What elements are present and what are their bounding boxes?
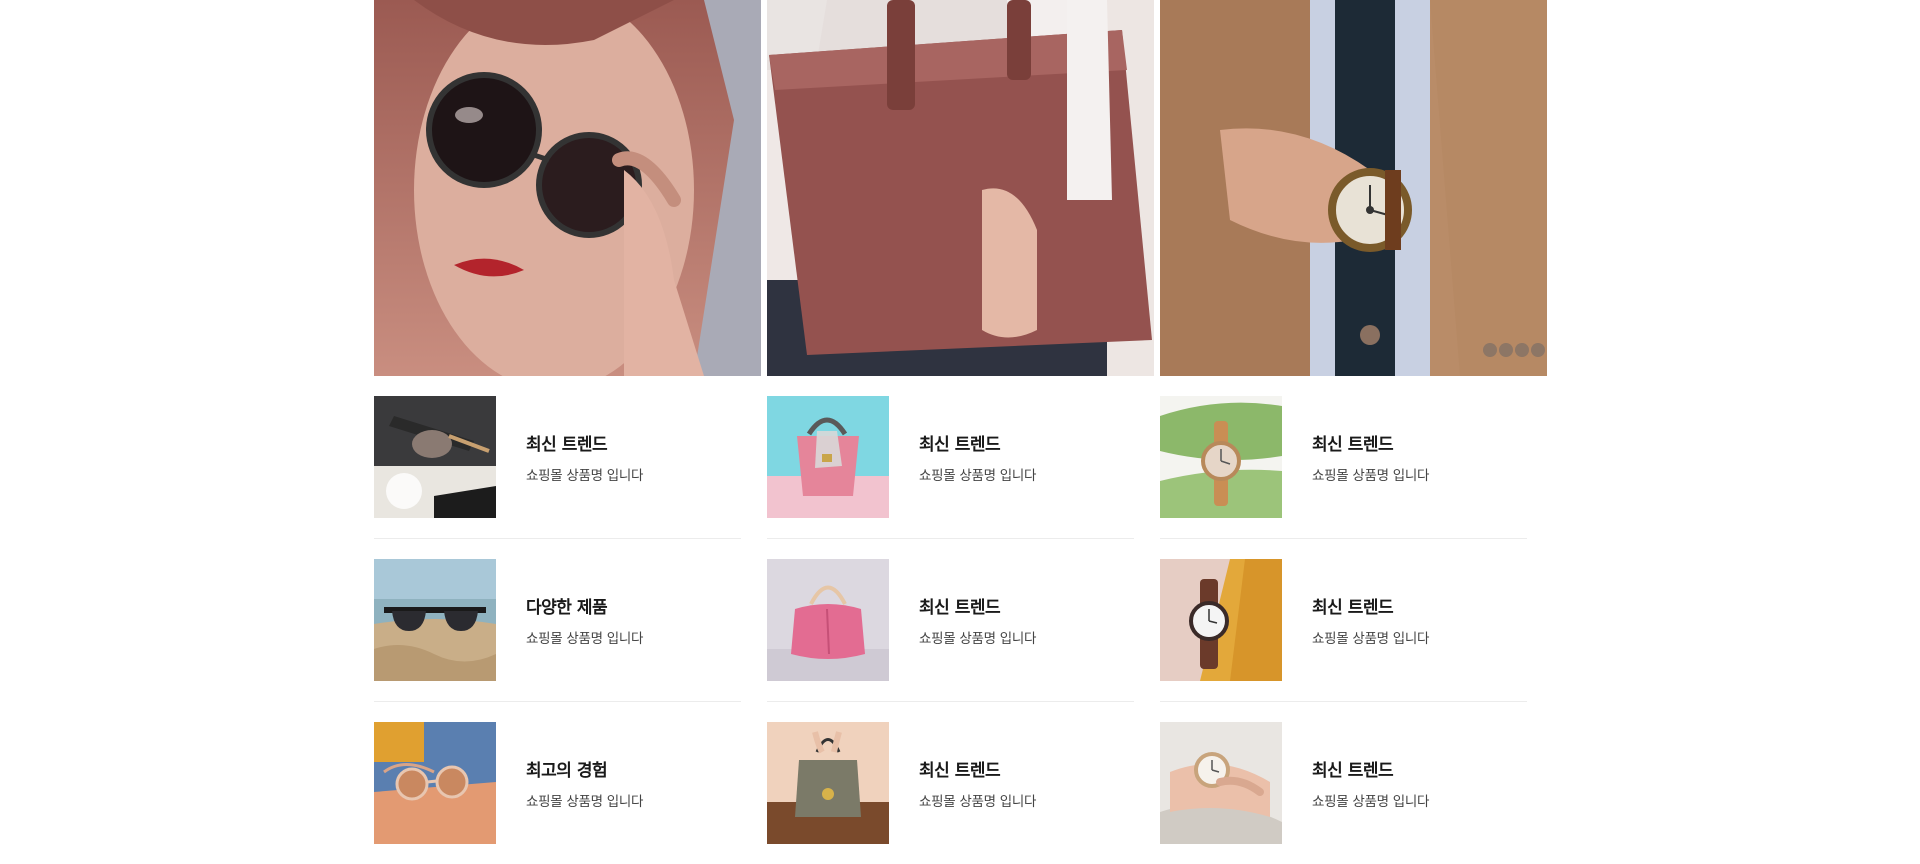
product-info: 최신 트렌드 쇼핑몰 상품명 입니다: [526, 430, 643, 484]
product-thumbnail: [374, 722, 496, 844]
product-thumbnail: [1160, 396, 1282, 518]
product-desc: 쇼핑몰 상품명 입니다: [526, 631, 644, 647]
product-item[interactable]: 최신 트렌드 쇼핑몰 상품명 입니다: [1160, 559, 1527, 702]
pink-purse-thumbnail-icon: [767, 559, 889, 681]
sunglasses-thumbnail-icon: [374, 396, 496, 518]
leather-tote-photo-icon: [767, 0, 1154, 376]
product-title: 최신 트렌드: [1312, 761, 1394, 781]
wristwatch-suit-photo-icon: [1160, 0, 1547, 376]
wrist-watch-thumbnail-icon: [1160, 722, 1282, 844]
product-thumbnail: [374, 559, 496, 681]
pink-handbag-thumbnail-icon: [767, 396, 889, 518]
brown-watch-thumbnail-icon: [1160, 559, 1282, 681]
product-item[interactable]: 최신 트렌드 쇼핑몰 상품명 입니다: [767, 559, 1134, 702]
watch-on-leaf-thumbnail-icon: [1160, 396, 1282, 518]
banner-wristwatch[interactable]: [1160, 0, 1547, 376]
product-info: 최신 트렌드 쇼핑몰 상품명 입니다: [919, 756, 1036, 810]
product-info: 최신 트렌드 쇼핑몰 상품명 입니다: [919, 593, 1036, 647]
product-title: 최신 트렌드: [919, 598, 1001, 618]
product-item[interactable]: 최신 트렌드 쇼핑몰 상품명 입니다: [374, 396, 741, 539]
sunglasses-model-photo-icon: [374, 0, 761, 376]
product-title: 최신 트렌드: [1312, 435, 1394, 455]
product-item[interactable]: 최신 트렌드 쇼핑몰 상품명 입니다: [1160, 396, 1527, 539]
product-title: 최신 트렌드: [526, 435, 608, 455]
product-title: 최신 트렌드: [1312, 598, 1394, 618]
product-item[interactable]: 최신 트렌드 쇼핑몰 상품명 입니다: [767, 722, 1134, 864]
product-desc: 쇼핑몰 상품명 입니다: [526, 794, 644, 810]
product-title: 최신 트렌드: [919, 761, 1001, 781]
product-info: 최신 트렌드 쇼핑몰 상품명 입니다: [1312, 756, 1429, 810]
product-info: 최신 트렌드 쇼핑몰 상품명 입니다: [919, 430, 1036, 484]
product-section: 최신 트렌드 쇼핑몰 상품명 입니다 최신 트렌드 쇼핑몰 상품명 입니다 최신…: [374, 0, 1548, 864]
banner-sunglasses[interactable]: [374, 0, 761, 376]
product-desc: 쇼핑몰 상품명 입니다: [1312, 631, 1430, 647]
product-thumbnail: [767, 559, 889, 681]
product-desc: 쇼핑몰 상품명 입니다: [919, 468, 1037, 484]
product-desc: 쇼핑몰 상품명 입니다: [1312, 794, 1430, 810]
product-info: 최신 트렌드 쇼핑몰 상품명 입니다: [1312, 430, 1429, 484]
product-info: 최신 트렌드 쇼핑몰 상품명 입니다: [1312, 593, 1429, 647]
product-thumbnail: [1160, 559, 1282, 681]
product-info: 다양한 제품 쇼핑몰 상품명 입니다: [526, 593, 643, 647]
product-item[interactable]: 최신 트렌드 쇼핑몰 상품명 입니다: [767, 396, 1134, 539]
product-thumbnail: [1160, 722, 1282, 844]
orange-sunglasses-thumbnail-icon: [374, 722, 496, 844]
product-title: 최신 트렌드: [919, 435, 1001, 455]
product-grid: 최신 트렌드 쇼핑몰 상품명 입니다 최신 트렌드 쇼핑몰 상품명 입니다 최신…: [374, 396, 1548, 864]
product-thumbnail: [767, 396, 889, 518]
product-item[interactable]: 최고의 경험 쇼핑몰 상품명 입니다: [374, 722, 741, 864]
product-info: 최고의 경험 쇼핑몰 상품명 입니다: [526, 756, 643, 810]
product-desc: 쇼핑몰 상품명 입니다: [919, 794, 1037, 810]
product-thumbnail: [767, 722, 889, 844]
banner-leather-tote[interactable]: [767, 0, 1154, 376]
product-title: 최고의 경험: [526, 761, 608, 781]
product-desc: 쇼핑몰 상품명 입니다: [526, 468, 644, 484]
product-item[interactable]: 최신 트렌드 쇼핑몰 상품명 입니다: [1160, 722, 1527, 864]
beach-sunglasses-thumbnail-icon: [374, 559, 496, 681]
product-desc: 쇼핑몰 상품명 입니다: [919, 631, 1037, 647]
grey-handbag-thumbnail-icon: [767, 722, 889, 844]
banner-row: [374, 0, 1548, 376]
product-thumbnail: [374, 396, 496, 518]
product-item[interactable]: 다양한 제품 쇼핑몰 상품명 입니다: [374, 559, 741, 702]
product-title: 다양한 제품: [526, 598, 608, 618]
product-desc: 쇼핑몰 상품명 입니다: [1312, 468, 1430, 484]
